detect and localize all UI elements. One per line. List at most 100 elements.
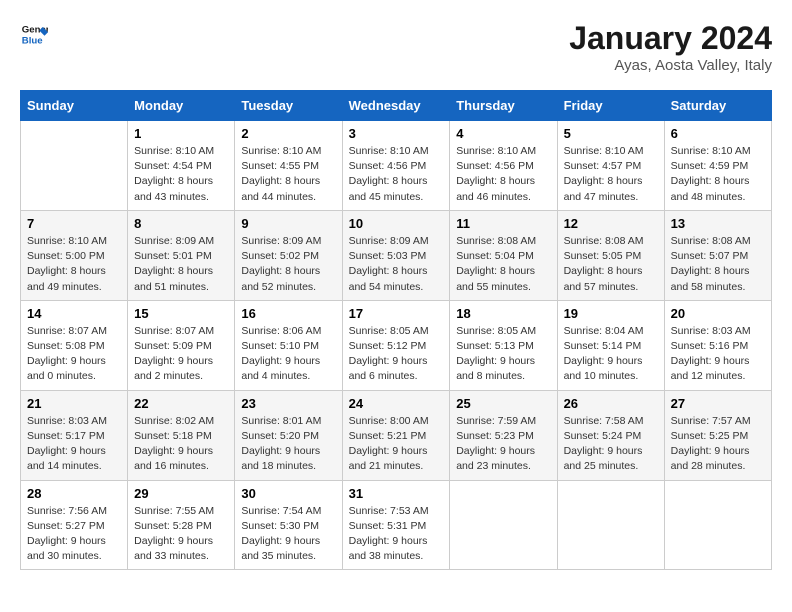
calendar-cell: 16 Sunrise: 8:06 AMSunset: 5:10 PMDayligh… — [235, 300, 342, 390]
calendar-cell: 1 Sunrise: 8:10 AMSunset: 4:54 PMDaylight… — [128, 121, 235, 211]
calendar-week-row: 28Sunrise: 7:56 AMSunset: 5:27 PMDayligh… — [21, 480, 772, 570]
calendar-week-row: 21 Sunrise: 8:03 AMSunset: 5:17 PMDayligh… — [21, 390, 772, 480]
day-number: 20 — [671, 306, 765, 321]
calendar-cell: 9 Sunrise: 8:09 AMSunset: 5:02 PMDaylight… — [235, 210, 342, 300]
day-number: 3 — [349, 126, 444, 141]
calendar-cell: 12 Sunrise: 8:08 AMSunset: 5:05 PMDayligh… — [557, 210, 664, 300]
day-number: 28 — [27, 486, 121, 501]
day-number: 16 — [241, 306, 335, 321]
logo-icon: General Blue — [20, 20, 48, 48]
day-info: Sunrise: 7:58 AMSunset: 5:24 PMDaylight:… — [564, 414, 658, 475]
day-info: Sunrise: 7:55 AMSunset: 5:28 PMDaylight:… — [134, 504, 228, 565]
calendar-cell: 11 Sunrise: 8:08 AMSunset: 5:04 PMDayligh… — [450, 210, 557, 300]
calendar-cell: 20 Sunrise: 8:03 AMSunset: 5:16 PMDayligh… — [664, 300, 771, 390]
day-number: 27 — [671, 396, 765, 411]
calendar-cell — [21, 121, 128, 211]
calendar-cell: 28Sunrise: 7:56 AMSunset: 5:27 PMDayligh… — [21, 480, 128, 570]
calendar-week-row: 14 Sunrise: 8:07 AMSunset: 5:08 PMDayligh… — [21, 300, 772, 390]
calendar-cell: 27 Sunrise: 7:57 AMSunset: 5:25 PMDayligh… — [664, 390, 771, 480]
calendar-cell: 23 Sunrise: 8:01 AMSunset: 5:20 PMDayligh… — [235, 390, 342, 480]
day-header-wednesday: Wednesday — [342, 91, 450, 121]
day-number: 17 — [349, 306, 444, 321]
day-number: 18 — [456, 306, 550, 321]
calendar-cell: 30 Sunrise: 7:54 AMSunset: 5:30 PMDayligh… — [235, 480, 342, 570]
day-info: Sunrise: 8:09 AMSunset: 5:01 PMDaylight:… — [134, 234, 228, 295]
day-header-monday: Monday — [128, 91, 235, 121]
day-info: Sunrise: 8:03 AMSunset: 5:16 PMDaylight:… — [671, 324, 765, 385]
calendar-cell: 7 Sunrise: 8:10 AMSunset: 5:00 PMDaylight… — [21, 210, 128, 300]
day-info: Sunrise: 7:54 AMSunset: 5:30 PMDaylight:… — [241, 504, 335, 565]
calendar-cell: 10Sunrise: 8:09 AMSunset: 5:03 PMDayligh… — [342, 210, 450, 300]
calendar-cell: 14 Sunrise: 8:07 AMSunset: 5:08 PMDayligh… — [21, 300, 128, 390]
day-info: Sunrise: 8:09 AMSunset: 5:02 PMDaylight:… — [241, 234, 335, 295]
location: Ayas, Aosta Valley, Italy — [569, 57, 772, 74]
day-info: Sunrise: 8:10 AMSunset: 4:56 PMDaylight:… — [349, 144, 444, 205]
calendar-cell: 24 Sunrise: 8:00 AMSunset: 5:21 PMDayligh… — [342, 390, 450, 480]
calendar-cell: 3 Sunrise: 8:10 AMSunset: 4:56 PMDaylight… — [342, 121, 450, 211]
day-header-saturday: Saturday — [664, 91, 771, 121]
title-block: January 2024 Ayas, Aosta Valley, Italy — [569, 20, 772, 74]
day-info: Sunrise: 8:10 AMSunset: 4:55 PMDaylight:… — [241, 144, 335, 205]
calendar-body: 1 Sunrise: 8:10 AMSunset: 4:54 PMDaylight… — [21, 121, 772, 570]
day-number: 7 — [27, 216, 121, 231]
calendar-cell: 13 Sunrise: 8:08 AMSunset: 5:07 PMDayligh… — [664, 210, 771, 300]
day-info: Sunrise: 8:05 AMSunset: 5:13 PMDaylight:… — [456, 324, 550, 385]
day-info: Sunrise: 8:01 AMSunset: 5:20 PMDaylight:… — [241, 414, 335, 475]
day-info: Sunrise: 8:06 AMSunset: 5:10 PMDaylight:… — [241, 324, 335, 385]
day-number: 11 — [456, 216, 550, 231]
day-number: 1 — [134, 126, 228, 141]
day-number: 24 — [349, 396, 444, 411]
day-number: 9 — [241, 216, 335, 231]
calendar-cell — [450, 480, 557, 570]
calendar-cell: 15Sunrise: 8:07 AMSunset: 5:09 PMDayligh… — [128, 300, 235, 390]
day-info: Sunrise: 8:08 AMSunset: 5:04 PMDaylight:… — [456, 234, 550, 295]
calendar-table: SundayMondayTuesdayWednesdayThursdayFrid… — [20, 90, 772, 570]
day-info: Sunrise: 7:57 AMSunset: 5:25 PMDaylight:… — [671, 414, 765, 475]
calendar-header-row: SundayMondayTuesdayWednesdayThursdayFrid… — [21, 91, 772, 121]
calendar-cell: 31 Sunrise: 7:53 AMSunset: 5:31 PMDayligh… — [342, 480, 450, 570]
calendar-week-row: 1 Sunrise: 8:10 AMSunset: 4:54 PMDaylight… — [21, 121, 772, 211]
day-number: 5 — [564, 126, 658, 141]
day-number: 2 — [241, 126, 335, 141]
calendar-cell: 17 Sunrise: 8:05 AMSunset: 5:12 PMDayligh… — [342, 300, 450, 390]
day-header-tuesday: Tuesday — [235, 91, 342, 121]
day-info: Sunrise: 7:59 AMSunset: 5:23 PMDaylight:… — [456, 414, 550, 475]
svg-text:Blue: Blue — [22, 36, 43, 47]
day-info: Sunrise: 8:10 AMSunset: 5:00 PMDaylight:… — [27, 234, 121, 295]
day-number: 29 — [134, 486, 228, 501]
day-number: 31 — [349, 486, 444, 501]
day-number: 15 — [134, 306, 228, 321]
day-info: Sunrise: 8:10 AMSunset: 4:56 PMDaylight:… — [456, 144, 550, 205]
day-info: Sunrise: 8:08 AMSunset: 5:05 PMDaylight:… — [564, 234, 658, 295]
day-number: 23 — [241, 396, 335, 411]
day-number: 13 — [671, 216, 765, 231]
day-number: 19 — [564, 306, 658, 321]
calendar-cell: 19 Sunrise: 8:04 AMSunset: 5:14 PMDayligh… — [557, 300, 664, 390]
calendar-cell: 2 Sunrise: 8:10 AMSunset: 4:55 PMDaylight… — [235, 121, 342, 211]
calendar-cell: 4Sunrise: 8:10 AMSunset: 4:56 PMDaylight… — [450, 121, 557, 211]
day-info: Sunrise: 8:02 AMSunset: 5:18 PMDaylight:… — [134, 414, 228, 475]
day-number: 30 — [241, 486, 335, 501]
day-info: Sunrise: 8:08 AMSunset: 5:07 PMDaylight:… — [671, 234, 765, 295]
day-header-sunday: Sunday — [21, 91, 128, 121]
day-info: Sunrise: 8:04 AMSunset: 5:14 PMDaylight:… — [564, 324, 658, 385]
day-info: Sunrise: 7:53 AMSunset: 5:31 PMDaylight:… — [349, 504, 444, 565]
day-number: 12 — [564, 216, 658, 231]
day-info: Sunrise: 8:00 AMSunset: 5:21 PMDaylight:… — [349, 414, 444, 475]
calendar-cell: 22 Sunrise: 8:02 AMSunset: 5:18 PMDayligh… — [128, 390, 235, 480]
logo: General Blue — [20, 20, 48, 48]
calendar-cell: 25Sunrise: 7:59 AMSunset: 5:23 PMDayligh… — [450, 390, 557, 480]
day-number: 26 — [564, 396, 658, 411]
day-number: 22 — [134, 396, 228, 411]
day-info: Sunrise: 8:07 AMSunset: 5:08 PMDaylight:… — [27, 324, 121, 385]
day-header-friday: Friday — [557, 91, 664, 121]
month-title: January 2024 — [569, 20, 772, 57]
day-info: Sunrise: 8:05 AMSunset: 5:12 PMDaylight:… — [349, 324, 444, 385]
day-info: Sunrise: 8:10 AMSunset: 4:54 PMDaylight:… — [134, 144, 228, 205]
day-info: Sunrise: 8:10 AMSunset: 4:59 PMDaylight:… — [671, 144, 765, 205]
calendar-cell: 8Sunrise: 8:09 AMSunset: 5:01 PMDaylight… — [128, 210, 235, 300]
calendar-cell: 6Sunrise: 8:10 AMSunset: 4:59 PMDaylight… — [664, 121, 771, 211]
day-number: 14 — [27, 306, 121, 321]
day-number: 21 — [27, 396, 121, 411]
day-info: Sunrise: 8:03 AMSunset: 5:17 PMDaylight:… — [27, 414, 121, 475]
